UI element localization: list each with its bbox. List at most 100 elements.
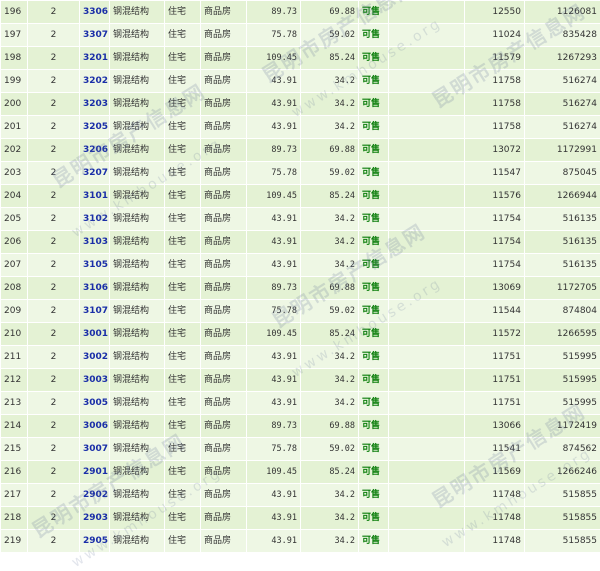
unit-price: 11754 xyxy=(465,254,525,277)
building-area: 43.91 xyxy=(247,93,301,116)
unit-price: 11751 xyxy=(465,369,525,392)
usage-type: 住宅 xyxy=(165,438,201,461)
total-price: 515855 xyxy=(525,507,600,530)
blank-cell xyxy=(389,93,465,116)
blank-cell xyxy=(389,47,465,70)
building-area: 89.73 xyxy=(247,277,301,300)
room-number-link[interactable]: 2902 xyxy=(80,484,110,507)
total-price: 516135 xyxy=(525,231,600,254)
sale-status: 可售 xyxy=(359,484,389,507)
unit-price: 11751 xyxy=(465,346,525,369)
inner-area: 85.24 xyxy=(301,47,359,70)
room-number-link[interactable]: 3203 xyxy=(80,93,110,116)
room-number-link[interactable]: 3007 xyxy=(80,438,110,461)
total-price: 1266595 xyxy=(525,323,600,346)
blank-cell xyxy=(389,24,465,47)
inner-area: 59.02 xyxy=(301,24,359,47)
sale-status: 可售 xyxy=(359,438,389,461)
room-number-link[interactable]: 3101 xyxy=(80,185,110,208)
room-number-link[interactable]: 2903 xyxy=(80,507,110,530)
room-number-link[interactable]: 3102 xyxy=(80,208,110,231)
room-number-link[interactable]: 3106 xyxy=(80,277,110,300)
floor-count: 2 xyxy=(28,70,80,93)
usage-type: 住宅 xyxy=(165,369,201,392)
total-price: 874804 xyxy=(525,300,600,323)
total-price: 515855 xyxy=(525,530,600,553)
floor-count: 2 xyxy=(28,507,80,530)
sale-status: 可售 xyxy=(359,208,389,231)
room-number-link[interactable]: 3107 xyxy=(80,300,110,323)
usage-type: 住宅 xyxy=(165,24,201,47)
building-area: 43.91 xyxy=(247,70,301,93)
row-number: 218 xyxy=(1,507,28,530)
usage-type: 住宅 xyxy=(165,254,201,277)
table-row: 20323207钢混结构住宅商品房75.7859.02可售11547875045 xyxy=(1,162,600,185)
room-number-link[interactable]: 3002 xyxy=(80,346,110,369)
usage-type: 住宅 xyxy=(165,1,201,24)
room-number-link[interactable]: 3307 xyxy=(80,24,110,47)
property-type: 商品房 xyxy=(201,346,247,369)
room-number-link[interactable]: 2901 xyxy=(80,461,110,484)
room-number-link[interactable]: 3003 xyxy=(80,369,110,392)
row-number: 219 xyxy=(1,530,28,553)
property-type: 商品房 xyxy=(201,392,247,415)
floor-count: 2 xyxy=(28,139,80,162)
sale-status: 可售 xyxy=(359,139,389,162)
usage-type: 住宅 xyxy=(165,277,201,300)
property-type: 商品房 xyxy=(201,162,247,185)
row-number: 207 xyxy=(1,254,28,277)
room-number-link[interactable]: 3206 xyxy=(80,139,110,162)
building-area: 43.91 xyxy=(247,254,301,277)
floor-count: 2 xyxy=(28,1,80,24)
total-price: 515995 xyxy=(525,346,600,369)
room-number-link[interactable]: 3306 xyxy=(80,1,110,24)
property-type: 商品房 xyxy=(201,24,247,47)
structure-type: 钢混结构 xyxy=(110,1,165,24)
total-price: 1266246 xyxy=(525,461,600,484)
unit-price: 11751 xyxy=(465,392,525,415)
usage-type: 住宅 xyxy=(165,507,201,530)
room-number-link[interactable]: 3207 xyxy=(80,162,110,185)
room-number-link[interactable]: 3105 xyxy=(80,254,110,277)
blank-cell xyxy=(389,185,465,208)
floor-count: 2 xyxy=(28,300,80,323)
floor-count: 2 xyxy=(28,323,80,346)
row-number: 215 xyxy=(1,438,28,461)
room-number-link[interactable]: 3001 xyxy=(80,323,110,346)
sale-status: 可售 xyxy=(359,47,389,70)
table-row: 20923107钢混结构住宅商品房75.7859.02可售11544874804 xyxy=(1,300,600,323)
floor-count: 2 xyxy=(28,162,80,185)
inner-area: 34.2 xyxy=(301,254,359,277)
blank-cell xyxy=(389,461,465,484)
property-type: 商品房 xyxy=(201,139,247,162)
usage-type: 住宅 xyxy=(165,231,201,254)
room-number-link[interactable]: 3005 xyxy=(80,392,110,415)
usage-type: 住宅 xyxy=(165,47,201,70)
unit-price: 12550 xyxy=(465,1,525,24)
building-area: 43.91 xyxy=(247,208,301,231)
structure-type: 钢混结构 xyxy=(110,185,165,208)
room-number-link[interactable]: 3201 xyxy=(80,47,110,70)
floor-count: 2 xyxy=(28,231,80,254)
total-price: 516135 xyxy=(525,254,600,277)
total-price: 516135 xyxy=(525,208,600,231)
room-number-link[interactable]: 3205 xyxy=(80,116,110,139)
inner-area: 34.2 xyxy=(301,346,359,369)
floor-count: 2 xyxy=(28,415,80,438)
row-number: 196 xyxy=(1,1,28,24)
property-type: 商品房 xyxy=(201,185,247,208)
structure-type: 钢混结构 xyxy=(110,507,165,530)
room-number-link[interactable]: 3103 xyxy=(80,231,110,254)
floor-count: 2 xyxy=(28,484,80,507)
unit-price: 11576 xyxy=(465,185,525,208)
blank-cell xyxy=(389,530,465,553)
building-area: 75.78 xyxy=(247,24,301,47)
structure-type: 钢混结构 xyxy=(110,461,165,484)
table-row: 21323005钢混结构住宅商品房43.9134.2可售11751515995 xyxy=(1,392,600,415)
structure-type: 钢混结构 xyxy=(110,369,165,392)
property-type: 商品房 xyxy=(201,70,247,93)
structure-type: 钢混结构 xyxy=(110,24,165,47)
room-number-link[interactable]: 2905 xyxy=(80,530,110,553)
room-number-link[interactable]: 3006 xyxy=(80,415,110,438)
room-number-link[interactable]: 3202 xyxy=(80,70,110,93)
